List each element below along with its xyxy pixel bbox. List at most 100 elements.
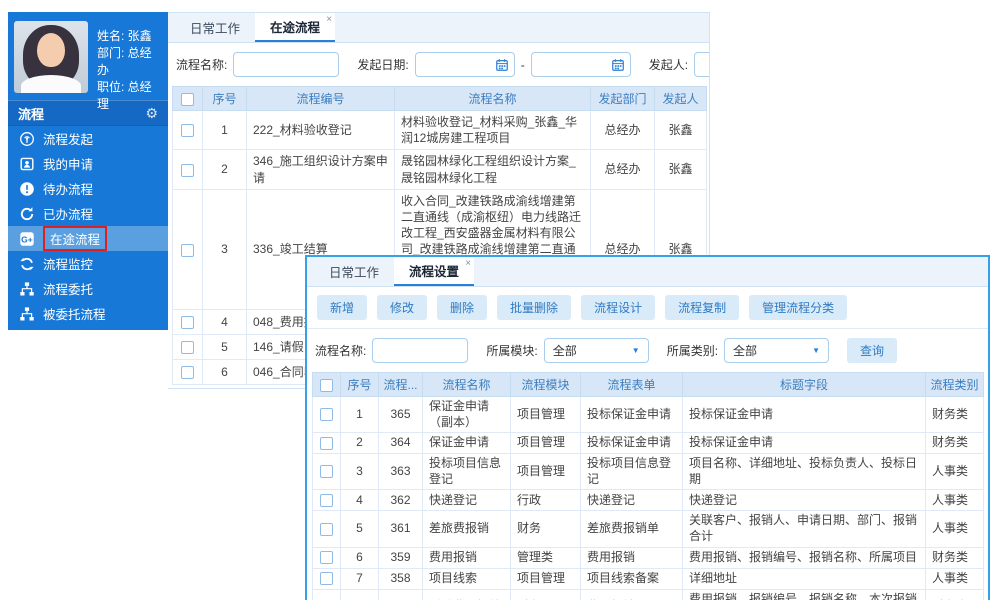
cell: 365 (379, 397, 423, 433)
row-checkbox[interactable] (181, 124, 194, 137)
column-header: 发起部门 (591, 87, 655, 111)
column-header: 流程表单 (581, 373, 683, 397)
row-checkbox[interactable] (181, 316, 194, 329)
row-checkbox[interactable] (320, 408, 333, 421)
table-row[interactable]: 3363投标项目信息登记项目管理投标项目信息登记项目名称、详细地址、投标负责人、… (313, 454, 984, 490)
cell: 投标保证金申请 (581, 397, 683, 433)
cell: 行政 (511, 490, 581, 511)
delete-button[interactable]: 删除 (437, 295, 487, 320)
chevron-down-icon: ▼ (632, 346, 640, 355)
sidebar-item-my-applications[interactable]: 我的申请 (8, 151, 168, 176)
w2-toolbar: 新增修改删除批量删除流程设计流程复制管理流程分类 (307, 287, 988, 329)
calendar-icon[interactable] (611, 58, 625, 72)
row-checkbox[interactable] (181, 164, 194, 177)
table-row[interactable]: 2346_施工组织设计方案申请晟铭园林绿化工程组织设计方案_晟铭园林绿化工程总经… (173, 150, 707, 189)
row-checkbox[interactable] (320, 465, 333, 478)
process-name-input[interactable] (372, 338, 468, 363)
edit-button[interactable]: 修改 (377, 295, 427, 320)
calendar-icon[interactable] (495, 58, 509, 72)
table-row[interactable]: 4362快递登记行政快递登记快递登记人事类 (313, 490, 984, 511)
tab-daily-work[interactable]: 日常工作 (175, 13, 255, 42)
column-header: 流程... (379, 373, 423, 397)
column-header: 流程类别 (926, 373, 984, 397)
cell: 投标项目信息登记 (581, 454, 683, 490)
cell: 1 (341, 397, 379, 433)
table-row[interactable]: 1222_材料验收登记材料验收登记_材料采购_张鑫_华润12城房建工程项目总经办… (173, 111, 707, 150)
manage-process-category-button[interactable]: 管理流程分类 (749, 295, 847, 320)
process-design-button[interactable]: 流程设计 (581, 295, 655, 320)
category-select-value: 全部 (733, 342, 757, 359)
row-checkbox-cell (173, 189, 203, 309)
start-date-to-input[interactable] (531, 52, 631, 77)
cell: 财务类 (926, 589, 984, 600)
cell: 项目名称、详细地址、投标负责人、投标日期 (683, 454, 926, 490)
search-button[interactable]: 查询 (847, 338, 897, 363)
tab-label: 流程设置 (409, 261, 459, 280)
row-checkbox-cell (173, 111, 203, 150)
cell: 人事类 (926, 490, 984, 511)
select-all-checkbox[interactable] (320, 379, 333, 392)
cell: 3 (341, 454, 379, 490)
cell: 4 (203, 310, 247, 335)
process-name-label: 流程名称: (176, 56, 227, 73)
process-copy-button[interactable]: 流程复制 (665, 295, 739, 320)
row-checkbox[interactable] (320, 523, 333, 536)
start-date-from-input[interactable] (415, 52, 515, 77)
profile-photo (14, 21, 88, 93)
tab-in-transit-process[interactable]: 在途流程× (255, 13, 335, 42)
batch-delete-button[interactable]: 批量删除 (497, 295, 571, 320)
table-row[interactable]: 7358项目线索项目管理项目线索备案详细地址人事类 (313, 568, 984, 589)
row-checkbox[interactable] (181, 341, 194, 354)
cell: 6 (341, 547, 379, 568)
cell: 快递登记 (683, 490, 926, 511)
category-label: 所属类别: (667, 342, 718, 359)
column-header: 流程模块 (511, 373, 581, 397)
sidebar-item-in-transit-processes[interactable]: G+在途流程 (8, 226, 168, 251)
close-icon[interactable]: × (465, 258, 471, 269)
cell: 359 (379, 547, 423, 568)
table-row[interactable]: 1365保证金申请（副本）项目管理投标保证金申请投标保证金申请财务类 (313, 397, 984, 433)
process-name-input[interactable] (233, 52, 339, 77)
sidebar-item-process-initiate[interactable]: 流程发起 (8, 126, 168, 151)
table-row[interactable]: 6359费用报销管理类费用报销费用报销、报销编号、报销名称、所属项目财务类 (313, 547, 984, 568)
cell: 项目管理 (511, 433, 581, 454)
row-checkbox[interactable] (320, 494, 333, 507)
sidebar-item-process-monitor[interactable]: 流程监控 (8, 251, 168, 276)
process-name-label: 流程名称: (315, 342, 366, 359)
sidebar-item-delegated-processes[interactable]: 被委托流程 (8, 301, 168, 326)
date-separator: - (521, 58, 525, 72)
column-header: 流程名称 (423, 373, 511, 397)
tab-daily-work[interactable]: 日常工作 (314, 257, 394, 286)
row-checkbox-cell (313, 547, 341, 568)
row-checkbox[interactable] (181, 366, 194, 379)
table-row[interactable]: 8357测试费用报销财务费用报销费用报销、报销编号、报销名称、本次报销金额财务类 (313, 589, 984, 600)
add-button[interactable]: 新增 (317, 295, 367, 320)
w2-table: 序号流程...流程名称流程模块流程表单标题字段流程类别1365保证金申请（副本）… (312, 372, 984, 600)
row-checkbox-cell (313, 568, 341, 589)
row-checkbox[interactable] (320, 551, 333, 564)
row-checkbox[interactable] (320, 572, 333, 585)
initiator-input[interactable] (694, 52, 709, 77)
sidebar-item-process-delegation[interactable]: 流程委托 (8, 276, 168, 301)
module-select[interactable]: 全部 ▼ (544, 338, 649, 363)
select-all-header-cell (173, 87, 203, 111)
cell: 财务 (511, 511, 581, 547)
cell: 364 (379, 433, 423, 454)
sitemap-icon (19, 281, 35, 297)
row-checkbox[interactable] (181, 244, 194, 257)
tab-process-settings[interactable]: 流程设置 × (394, 257, 474, 286)
table-row[interactable]: 5361差旅费报销财务差旅费报销单关联客户、报销人、申请日期、部门、报销合计人事… (313, 511, 984, 547)
category-select[interactable]: 全部 ▼ (724, 338, 829, 363)
cell: 346_施工组织设计方案申请 (247, 150, 395, 189)
close-icon[interactable]: × (326, 14, 332, 25)
sidebar-item-completed-processes[interactable]: 已办流程 (8, 201, 168, 226)
row-checkbox[interactable] (320, 437, 333, 450)
sidebar-item-pending-processes[interactable]: 待办流程 (8, 176, 168, 201)
redo-arrow-icon (19, 206, 35, 222)
row-checkbox-cell (313, 511, 341, 547)
gear-icon[interactable]: ⚙ (145, 105, 158, 122)
w2-tabbar: 日常工作流程设置 × (307, 257, 988, 287)
select-all-checkbox[interactable] (181, 93, 194, 106)
table-row[interactable]: 2364保证金申请项目管理投标保证金申请投标保证金申请财务类 (313, 433, 984, 454)
cell: 7 (341, 568, 379, 589)
